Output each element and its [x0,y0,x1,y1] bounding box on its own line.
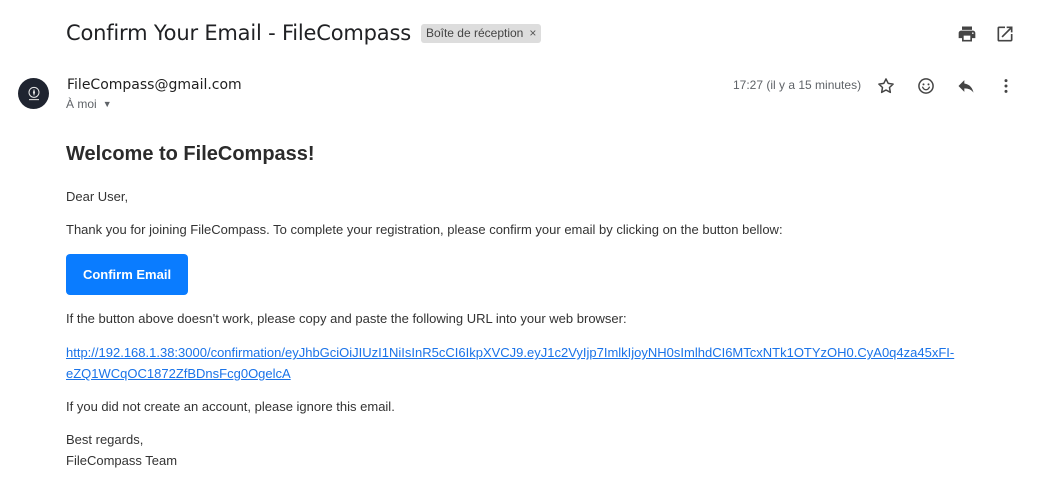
recipient-text: À moi [66,97,97,111]
confirmation-link-line-2[interactable]: eZQ1WCqOC1872ZfBDnsFcg0OgelcA [66,366,291,381]
sender-email[interactable]: FileCompass@gmail.com [67,77,242,93]
email-view: Confirm Your Email - FileCompass Boîte d… [0,0,1037,500]
fallback-text: If the button above doesn't work, please… [66,311,627,326]
signature-text: FileCompass Team [66,453,178,468]
subject-row: Confirm Your Email - FileCompass Boîte d… [66,18,1017,48]
closing-text: Best regards, [66,432,144,447]
greeting-text: Dear User, [66,189,129,204]
confirmation-link-line-1[interactable]: http://192.168.1.38:3000/confirmation/ey… [66,345,954,360]
recipient-line[interactable]: À moi ▼ [66,97,112,111]
top-actions [955,22,1017,46]
remove-label-icon[interactable]: × [529,26,536,40]
confirm-email-button[interactable]: Confirm Email [66,254,188,295]
confirmation-link[interactable]: http://192.168.1.38:3000/confirmation/ey… [66,342,966,384]
message-actions [874,74,1018,98]
timestamp: 17:27 (il y a 15 minutes) [733,78,862,92]
ignore-text: If you did not create an account, please… [66,399,395,414]
inbox-label-text: Boîte de réception [425,26,524,40]
sender-avatar[interactable] [18,78,49,109]
reply-icon[interactable] [954,74,978,98]
printer-icon[interactable] [955,22,979,46]
inbox-label-chip[interactable]: Boîte de réception × [420,24,542,43]
open-in-new-window-icon[interactable] [993,22,1017,46]
email-subject: Confirm Your Email - FileCompass [66,21,411,45]
star-icon[interactable] [874,74,898,98]
intro-text: Thank you for joining FileCompass. To co… [66,222,783,237]
chevron-down-icon[interactable]: ▼ [103,99,112,109]
welcome-heading: Welcome to FileCompass! [66,143,315,165]
emoji-reaction-icon[interactable] [914,74,938,98]
more-vertical-icon[interactable] [994,74,1018,98]
